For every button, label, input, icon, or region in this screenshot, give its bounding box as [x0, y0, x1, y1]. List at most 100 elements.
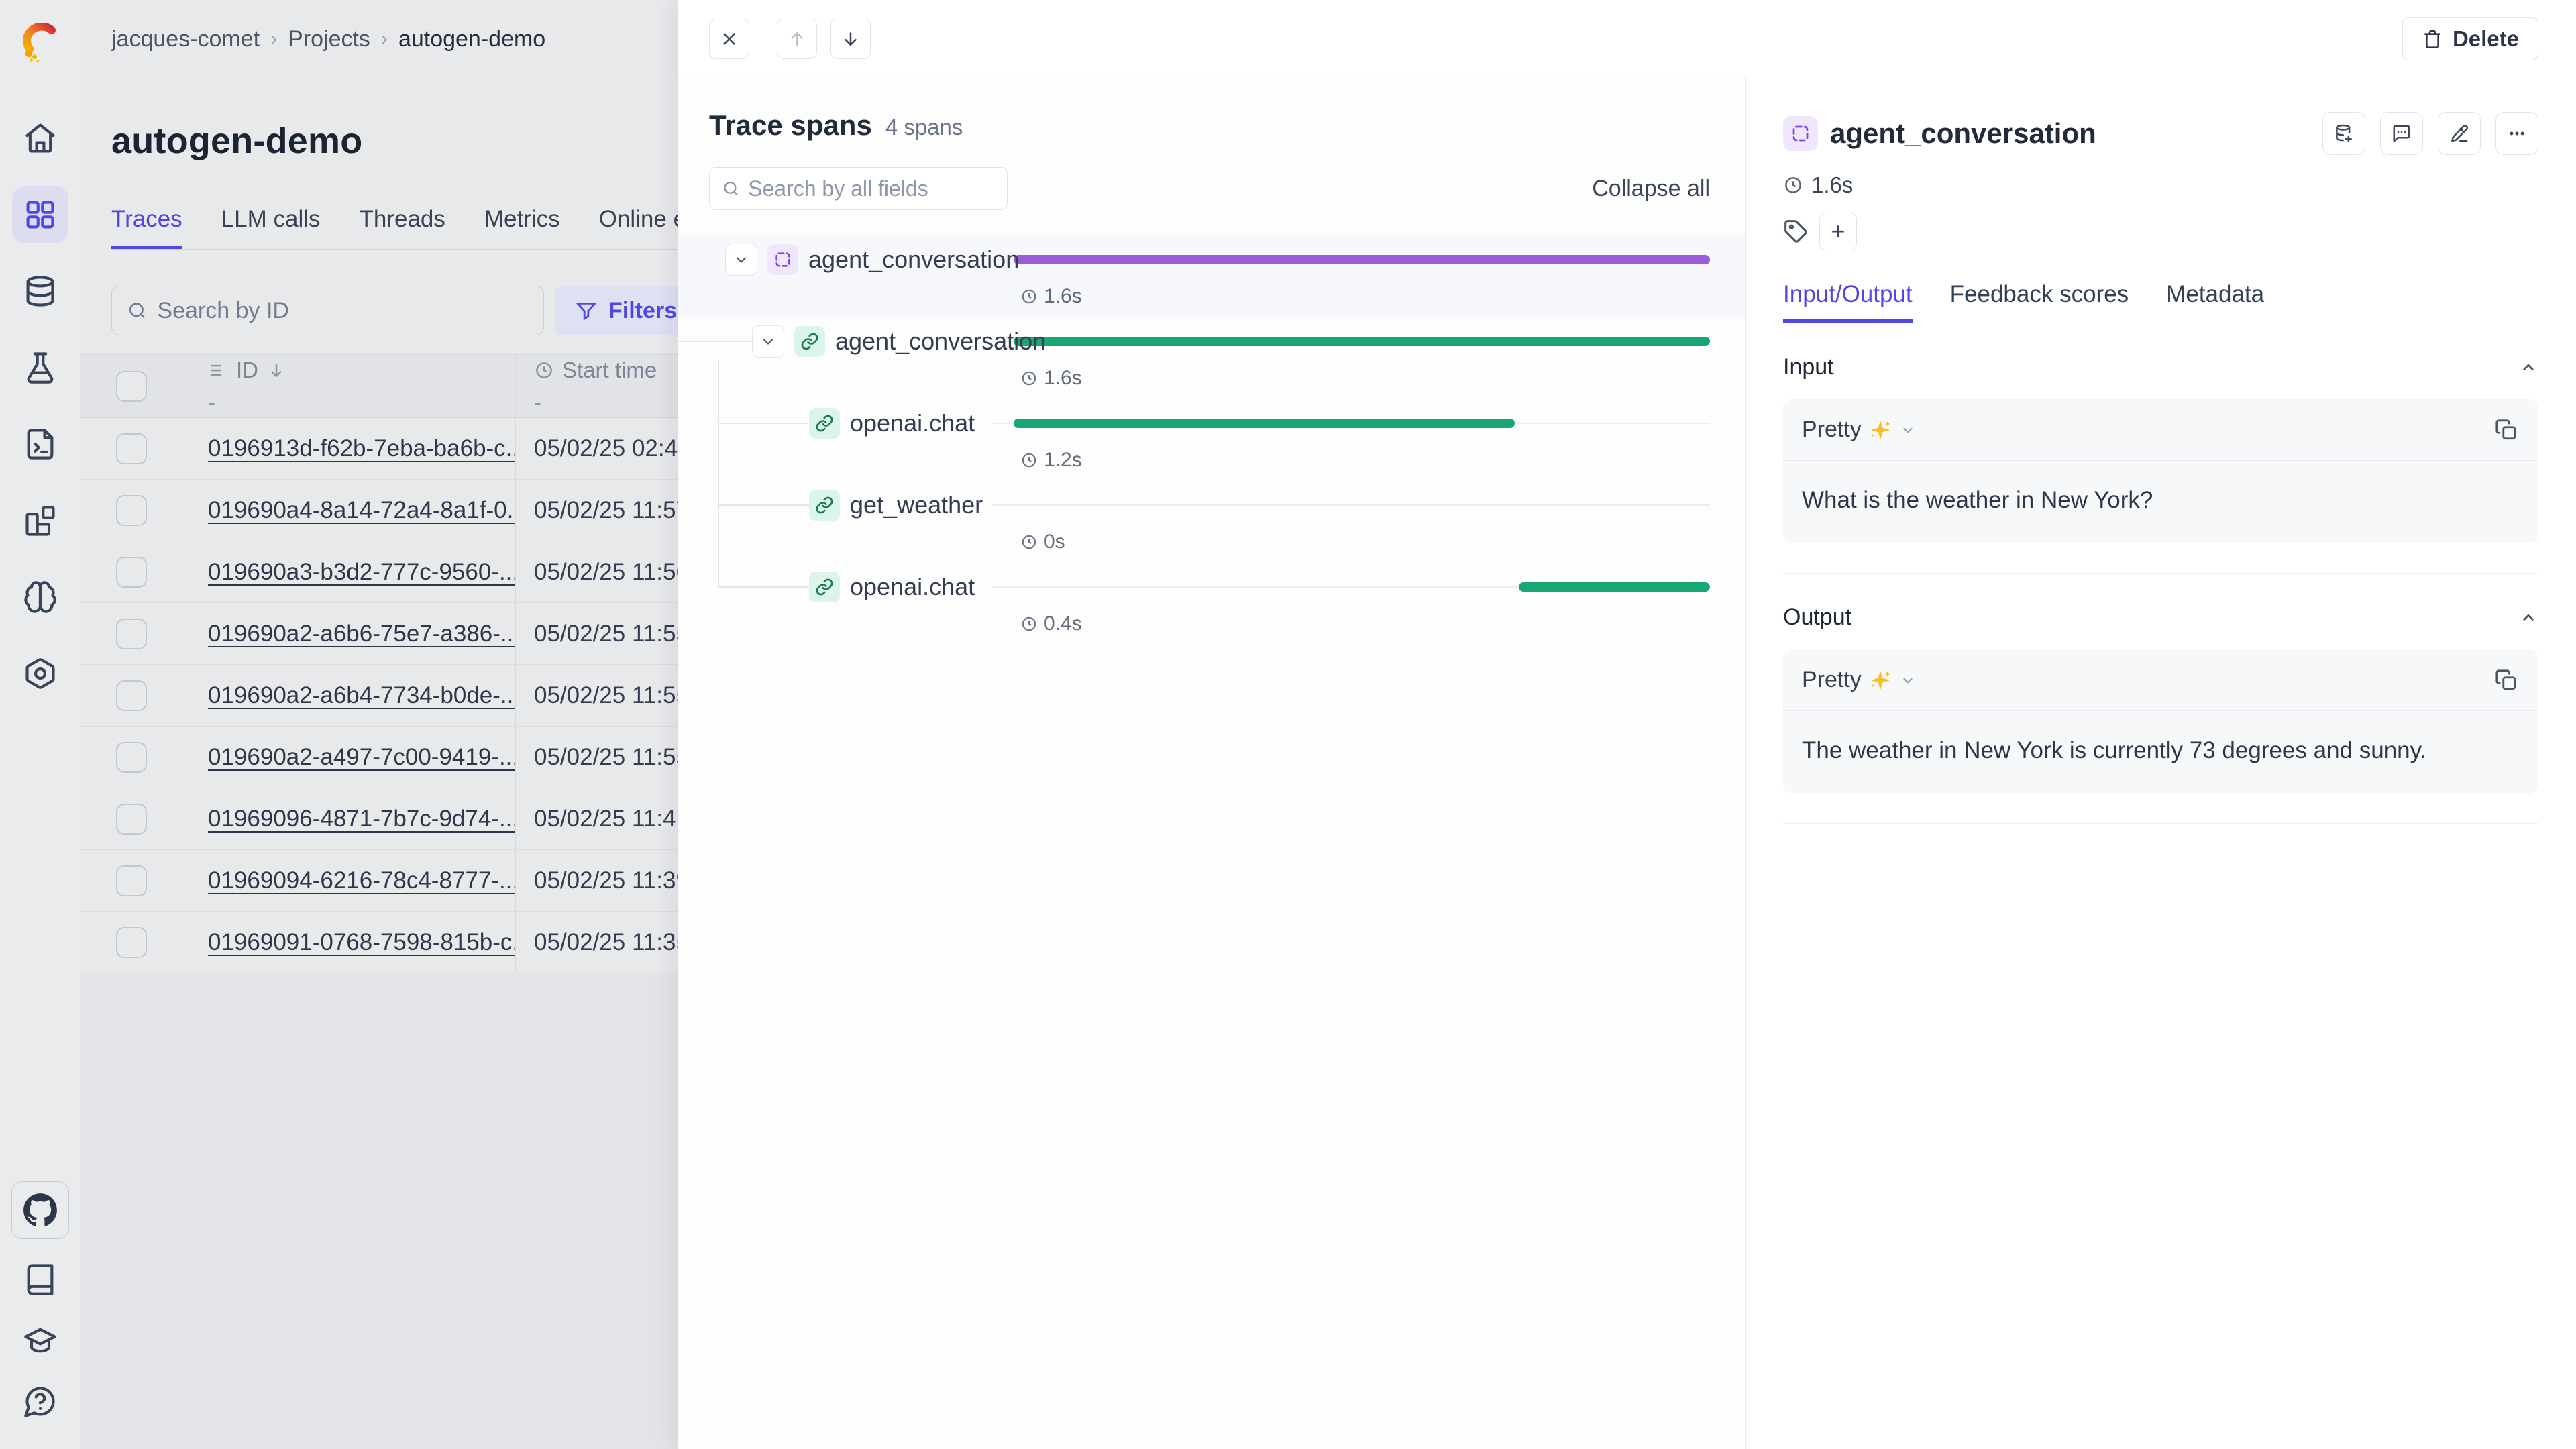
- duration-bar: [1014, 337, 1710, 346]
- trace-drawer: Delete Trace spans 4 spans Collapse all: [678, 0, 2576, 1449]
- output-section-label: Output: [1783, 604, 1851, 631]
- sidebar-item-home[interactable]: [12, 110, 68, 166]
- chevron-down-icon: [733, 252, 749, 268]
- trace-id-link[interactable]: 01969096-4871-7b7c-9d74-...: [208, 806, 515, 832]
- collapse-span-button[interactable]: [752, 325, 784, 358]
- span-tree: agent_conversation 1.6s agent_conversati…: [678, 235, 1745, 645]
- chevron-right-icon: ›: [381, 28, 388, 50]
- prev-trace-button[interactable]: [777, 19, 817, 59]
- section-divider: [1783, 823, 2538, 824]
- more-actions-button[interactable]: [2496, 112, 2538, 155]
- row-checkbox[interactable]: [116, 680, 147, 711]
- help-button[interactable]: [23, 1384, 58, 1422]
- span-search-input[interactable]: [748, 176, 995, 201]
- sidebar-item-configuration[interactable]: [12, 645, 68, 702]
- tab-llm-calls[interactable]: LLM calls: [221, 206, 321, 249]
- trace-id-link[interactable]: 01969091-0768-7598-815b-c...: [208, 929, 515, 955]
- tab-metrics[interactable]: Metrics: [484, 206, 560, 249]
- delete-button[interactable]: Delete: [2402, 17, 2538, 60]
- tab-threads[interactable]: Threads: [360, 206, 445, 249]
- trace-id-link[interactable]: 019690a4-8a14-72a4-8a1f-0...: [208, 497, 515, 523]
- edit-button[interactable]: [2438, 112, 2481, 155]
- duration-bar: [1519, 582, 1710, 592]
- github-icon: [23, 1193, 58, 1228]
- trace-id-link[interactable]: 019690a3-b3d2-777c-9560-...: [208, 559, 515, 585]
- copy-input-button[interactable]: [2493, 417, 2520, 443]
- trace-icon: [767, 244, 798, 275]
- sidebar-item-experiments[interactable]: [12, 339, 68, 396]
- app-root: jacques-comet › Projects › autogen-demo …: [0, 0, 2576, 1449]
- row-checkbox[interactable]: [116, 557, 147, 588]
- sidebar-item-prompts[interactable]: [12, 416, 68, 472]
- row-checkbox[interactable]: [116, 433, 147, 464]
- row-checkbox[interactable]: [116, 495, 147, 526]
- output-card: Pretty The weather in New York is curren…: [1783, 649, 2538, 794]
- row-checkbox[interactable]: [116, 742, 147, 773]
- duration-bar: [1014, 255, 1710, 264]
- docs-button[interactable]: [23, 1262, 58, 1300]
- breadcrumb-current: autogen-demo: [398, 26, 545, 52]
- breadcrumb-projects[interactable]: Projects: [288, 26, 370, 52]
- input-section-label: Input: [1783, 354, 1834, 380]
- span-count: 4 spans: [885, 115, 963, 140]
- sort-desc-icon: [266, 360, 286, 380]
- tab-feedback-scores[interactable]: Feedback scores: [1950, 281, 2129, 323]
- sidebar-item-playground[interactable]: [12, 492, 68, 549]
- span-link-icon: [794, 326, 825, 357]
- clock-icon: [1020, 615, 1038, 633]
- row-checkbox[interactable]: [116, 927, 147, 958]
- span-duration: 1.6s: [1020, 367, 1082, 390]
- format-select[interactable]: Pretty: [1802, 417, 1917, 443]
- column-header-start-time[interactable]: Start time: [534, 358, 657, 383]
- tag-icon: [1783, 219, 1809, 244]
- database-plus-icon: [2334, 123, 2354, 144]
- select-all-checkbox[interactable]: [116, 371, 147, 402]
- row-checkbox[interactable]: [116, 804, 147, 835]
- collapse-span-button[interactable]: [725, 244, 757, 276]
- span-row[interactable]: agent_conversation 1.6s: [678, 235, 1745, 317]
- sidebar-item-projects[interactable]: [12, 186, 68, 243]
- quickstart-button[interactable]: [23, 1323, 58, 1361]
- search-icon: [722, 178, 740, 199]
- trace-id-link[interactable]: 019690a2-a497-7c00-9419-...: [208, 744, 515, 770]
- trace-id-link[interactable]: 0196913d-f62b-7eba-ba6b-c...: [208, 435, 515, 462]
- tab-input-output[interactable]: Input/Output: [1783, 281, 1913, 323]
- span-row[interactable]: agent_conversation 1.6s: [678, 317, 1745, 399]
- span-link-icon: [809, 572, 840, 602]
- sidebar-item-ai-models[interactable]: [12, 569, 68, 625]
- breadcrumb-workspace[interactable]: jacques-comet: [111, 26, 260, 52]
- column-header-id[interactable]: ID: [208, 358, 286, 383]
- trace-spans-title: Trace spans: [709, 109, 872, 142]
- row-checkbox[interactable]: [116, 619, 147, 649]
- trace-id-link[interactable]: 01969094-6216-78c4-8777-...: [208, 867, 515, 894]
- github-button[interactable]: [11, 1181, 69, 1239]
- comment-icon: [2392, 123, 2412, 144]
- span-row[interactable]: get_weather 0s: [678, 481, 1745, 563]
- trace-id-link[interactable]: 019690a2-a6b6-75e7-a386-...: [208, 621, 515, 647]
- format-select[interactable]: Pretty: [1802, 667, 1917, 693]
- close-button[interactable]: [709, 19, 749, 59]
- collapse-section-icon[interactable]: [2518, 608, 2538, 628]
- trace-id-link[interactable]: 019690a2-a6b4-7734-b0de-...: [208, 682, 515, 708]
- comment-button[interactable]: [2380, 112, 2423, 155]
- search-input[interactable]: [157, 298, 529, 324]
- clock-icon: [1783, 175, 1803, 195]
- clock-icon: [1020, 288, 1038, 305]
- collapse-all-button[interactable]: Collapse all: [1592, 176, 1710, 202]
- rows-icon: [208, 360, 228, 380]
- span-row[interactable]: openai.chat 0.4s: [678, 563, 1745, 645]
- comet-logo-icon[interactable]: [21, 23, 60, 66]
- tab-metadata[interactable]: Metadata: [2166, 281, 2264, 323]
- span-row[interactable]: openai.chat 1.2s: [678, 399, 1745, 481]
- add-tag-button[interactable]: +: [1819, 213, 1857, 250]
- add-to-dataset-button[interactable]: [2322, 112, 2365, 155]
- tab-traces[interactable]: Traces: [111, 206, 182, 249]
- row-checkbox[interactable]: [116, 865, 147, 896]
- next-trace-button[interactable]: [830, 19, 871, 59]
- collapse-section-icon[interactable]: [2518, 358, 2538, 378]
- search-icon: [127, 299, 148, 322]
- clock-icon: [534, 360, 554, 380]
- sidebar-item-datasets[interactable]: [12, 263, 68, 319]
- span-duration: 0s: [1020, 531, 1065, 553]
- copy-output-button[interactable]: [2493, 667, 2520, 694]
